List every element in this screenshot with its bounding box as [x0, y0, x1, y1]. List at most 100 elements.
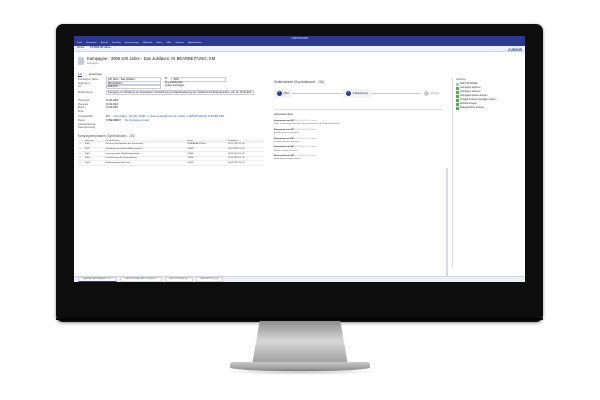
menu-item-1[interactable]: Bearbeiten: [86, 42, 97, 45]
entry-meta: 10.01.2018 11:00 | intern: [294, 146, 318, 149]
date-label: Beginn: [78, 106, 86, 110]
contact-value: KM Klaus Müller, +49 (641) 40000 · 0, kla…: [106, 115, 268, 118]
action-icon: [456, 103, 459, 107]
menu-item-2[interactable]: Ansicht: [101, 42, 108, 45]
field-value-group: ANLASS Anlass Kampagne: [106, 84, 268, 90]
menu-item-5[interactable]: Bibliothek: [143, 42, 153, 45]
monitor-chin: [56, 318, 543, 320]
contact-detail: Die Kampagne ist aktiv: [124, 119, 150, 123]
action-link[interactable]: Budgetposition anlegen: [456, 107, 522, 111]
screen: CURSOR-CRM Datei Bearbeiten Ansicht Favorit…: [74, 36, 525, 282]
document-tabs: Verlauf KT 3006 100 Jahre...: [74, 46, 525, 52]
entry-head: Kommentar von KM 10.01.2018 11:00 | inte…: [274, 146, 442, 149]
actions-panel: Aktionen MULTICHANNEL Kampagne kopieren Ka…: [452, 78, 522, 268]
field-value-group: Kampagne zur Abbildung der Organisation,…: [106, 89, 268, 95]
entry-body: Räume wurden reserviert: [274, 149, 298, 152]
phase-name: Nachbefragung Besucher: [104, 160, 187, 166]
field-extra-label: Anlass Kampagne: [165, 84, 185, 88]
status-steps: 1 Offen 2 In Bearbeitung 3 Erledigt: [274, 89, 442, 99]
activity-entry[interactable]: Kommentar von KM 10.01.2018 11:00 | inte…: [274, 129, 442, 135]
status-step[interactable]: 2 In Bearbeitung: [342, 89, 371, 99]
date-label: Planende: [78, 102, 89, 106]
entry-body: Einladung wurde verschickt: [274, 132, 300, 135]
action-icon: [456, 91, 459, 95]
document-tab-1[interactable]: KT 3006 100 Jahre...: [90, 47, 112, 50]
menu-item-6[interactable]: Extras: [157, 42, 163, 45]
action-label: Kampagnenphase anlegen: [460, 95, 488, 98]
contact-detail: Klaus Müller, +49 (641) 40000 · 0, klaus…: [113, 115, 225, 119]
contact-code[interactable]: IN BEARBEIT: [106, 119, 121, 122]
menu-item-8[interactable]: Optionen: [175, 42, 184, 45]
bottom-tab[interactable]: BUDGETPOS. (0): [195, 276, 224, 282]
action-label: Vorgabe Dokumentvorlagen ändern: [460, 99, 497, 102]
menu-item-9[interactable]: Administration: [188, 42, 202, 45]
bottom-tabbar: KAMPAGNENPHASEN / EX... BEGLEITENDE AKTIV…: [74, 276, 525, 282]
actions-title: Aktionen: [456, 78, 467, 81]
field-row: Art ANLASS Anlass Kampagne: [78, 84, 268, 90]
date-input[interactable]: 30.09.2018: [106, 103, 118, 106]
activity-entry[interactable]: Kommentar von KM 10.01.2018 11:00 | inte…: [274, 146, 442, 152]
entry-author: Kommentar von KM: [274, 146, 294, 149]
contact-label: Kalenderanzeige: [78, 122, 96, 126]
menu-item-0[interactable]: Datei: [77, 42, 82, 45]
contact-label: Status: [78, 119, 85, 123]
menu-item-7[interactable]: Hilfe: [167, 42, 171, 45]
menu-item-3[interactable]: Favoriten: [112, 42, 121, 45]
status-step[interactable]: 3 Erledigt: [421, 89, 442, 98]
date-label: Planbeginn: [78, 99, 90, 103]
field-label: Kampagnen-Name: [78, 78, 99, 82]
action-label: Kampagne kopieren: [460, 87, 481, 90]
record-subtitle: Kampagne: [87, 62, 99, 66]
date-row: Beginn 10.09.2018: [78, 106, 268, 110]
action-label: MULTICHANNEL: [460, 83, 478, 86]
contact-row: Status IN BEARBEIT Die Kampagne ist aktiv: [78, 119, 268, 123]
activity-entry[interactable]: Kommentar von KM 10.01.2018 11:00 | inte…: [274, 155, 442, 161]
details-panel: Kampagnen-Name 100 Jahre - Das Jubiläum ID…: [78, 77, 268, 166]
action-icon: [456, 95, 459, 99]
step-number: 1: [277, 91, 282, 97]
tab-info[interactable]: Info: [78, 73, 82, 77]
date-input[interactable]: 10.09.2018: [106, 106, 118, 109]
contact-label: Kalendereintrag: [78, 126, 95, 130]
brand-logo: CURSOR: [508, 48, 522, 52]
field-input[interactable]: Kampagne zur Abbildung der Organisation,…: [106, 89, 254, 95]
entry-body: Hallo, wir benötigen noch die Seminarthe…: [274, 123, 341, 126]
bottom-tab[interactable]: AKTIVITÄTEN (0): [165, 276, 193, 282]
entry-head: Kommentar von KM 10.01.2018 11:00 | inte…: [274, 138, 442, 141]
date-label: Ende: [78, 109, 84, 113]
field-label: Zielgruppe: [78, 81, 90, 85]
tab-zusatzfelder[interactable]: Zusatzfelder: [89, 73, 102, 77]
record-title: Kampagne : 3006 100 Jahre - Das Jubiläum…: [87, 56, 216, 61]
action-icon: [456, 87, 459, 91]
entry-meta: 10.01.2018 11:00 | intern: [294, 137, 318, 140]
menu-item-4[interactable]: Auswertungen: [125, 42, 139, 45]
entry-body: Locations wurden reserviert: [274, 140, 300, 143]
stages-table: Nummer Phasen-Name Status Planbeginn ↘ 3001 P…: [78, 139, 264, 166]
entry-author: Kommentar von KM: [274, 120, 294, 122]
step-number: 3: [424, 91, 430, 97]
document-tab-0[interactable]: Verlauf: [77, 47, 84, 50]
action-icon: [456, 99, 459, 103]
entry-author: Kommentar von KM: [274, 128, 294, 131]
entry-body: Hotelzimmer wurden gebucht: [274, 158, 302, 161]
window-title: CURSOR-CRM: [291, 37, 308, 40]
action-label: Budgetposition anlegen: [460, 107, 485, 110]
contact-code[interactable]: KM: [106, 115, 110, 118]
date-input[interactable]: 10.09.2018: [106, 99, 118, 102]
mask-tabs: Info Zusatzfelder: [78, 73, 102, 77]
record-header: Kampagne : 3006 100 Jahre - Das Jubiläum…: [78, 55, 348, 71]
action-icon: [456, 83, 459, 87]
activity-entry[interactable]: Kommentar von KM 10.01.2018 11:00 | inte…: [274, 120, 442, 126]
field-label: Art: [78, 85, 82, 89]
step-label: In Bearbeitung: [352, 92, 368, 96]
activity-scrollbar[interactable]: [446, 168, 448, 278]
bottom-tab[interactable]: BEGLEITENDE AKTIVITÄTEN...: [120, 276, 163, 282]
status-step[interactable]: 1 Offen: [274, 89, 293, 99]
contact-label: Verantwortlich: [78, 115, 94, 119]
action-label: Kampagne kopieren: [460, 91, 481, 94]
table-row[interactable]: ↘ 3005 Nachbefragung Besucher OPEN 10.05.201…: [78, 160, 264, 166]
activity-entry[interactable]: Kommentar von KM 10.01.2018 11:00 | inte…: [274, 138, 442, 144]
bottom-tab[interactable]: KAMPAGNENPHASEN / EX...: [78, 276, 118, 282]
entry-meta: 10.01.2018 11:00 | intern: [294, 120, 318, 122]
field-input[interactable]: ANLASS: [106, 84, 161, 90]
